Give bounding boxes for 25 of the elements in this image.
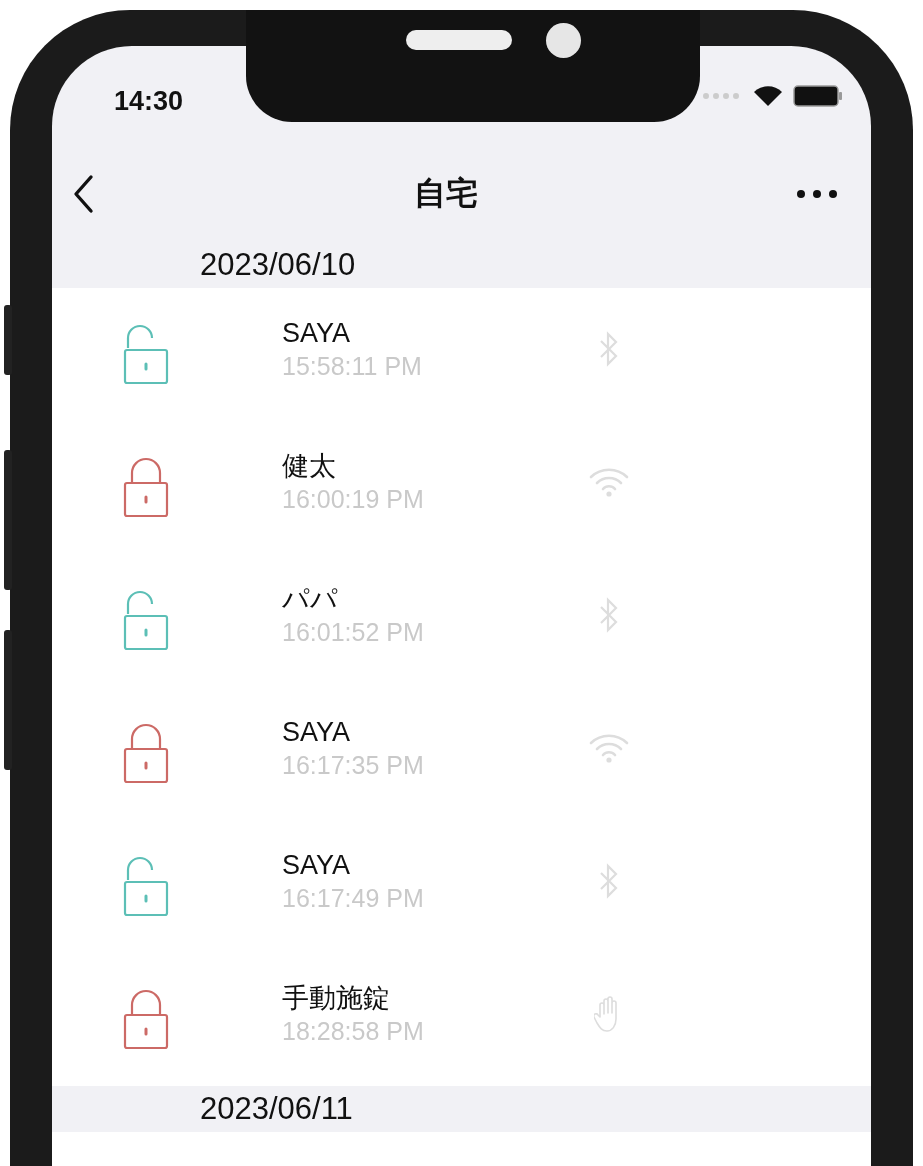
battery-icon (793, 85, 843, 107)
camera-lens (546, 23, 581, 58)
section-date: 2023/06/11 (199, 1090, 353, 1128)
back-chevron-icon (72, 174, 94, 214)
user-name: SAYA (282, 316, 352, 349)
wifi-icon (588, 465, 630, 498)
page-title: 自宅 (413, 175, 478, 211)
wifi-icon (753, 85, 783, 107)
open-padlock-icon (122, 855, 170, 918)
open-padlock-icon (122, 323, 170, 386)
padlock-icon (122, 722, 170, 785)
user-name: 健太 (282, 449, 337, 482)
status-time: 14:30 (114, 85, 184, 117)
signal-icon (703, 93, 741, 99)
user-name: 手動施錠 (282, 981, 391, 1014)
user-name: SAYA (282, 848, 352, 881)
wifi-icon (588, 731, 630, 764)
more-icon[interactable] (797, 190, 837, 198)
padlock-icon (122, 988, 170, 1051)
open-padlock-icon (122, 589, 170, 652)
user-name: SAYA (282, 715, 352, 748)
back-button[interactable] (72, 174, 94, 214)
padlock-icon (122, 456, 170, 519)
section-date: 2023/06/10 (199, 246, 356, 284)
user-name: パパ (282, 582, 339, 615)
